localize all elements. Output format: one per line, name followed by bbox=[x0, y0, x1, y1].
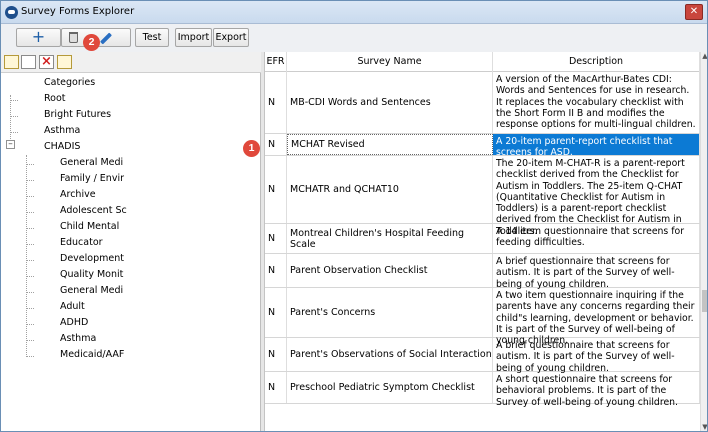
window-title: Survey Forms Explorer bbox=[21, 6, 135, 17]
survey-name-cell: Parent's Observations of Social Interact… bbox=[287, 338, 493, 371]
tree-guide-line bbox=[26, 228, 34, 229]
efr-cell: N bbox=[265, 338, 287, 371]
tree-item[interactable]: General Medi bbox=[60, 285, 123, 296]
tree-item[interactable]: General Medi bbox=[60, 157, 123, 168]
tree-guide-line bbox=[26, 180, 34, 181]
description-cell: A brief questionnaire that screens for a… bbox=[493, 254, 700, 290]
survey-name-cell: Preschool Pediatric Symptom Checklist bbox=[287, 372, 493, 403]
export-button[interactable]: Export bbox=[213, 28, 249, 47]
close-button[interactable]: ✕ bbox=[685, 4, 703, 20]
table-row[interactable]: N MCHATR and QCHAT10 The 20-item M-CHAT-R … bbox=[265, 156, 700, 237]
tree-item[interactable]: Quality Monit bbox=[60, 269, 123, 280]
scroll-down-icon[interactable]: ▼ bbox=[701, 423, 707, 431]
efr-cell: N bbox=[265, 72, 287, 133]
survey-name-cell: Montreal Children's Hospital Feeding Sca… bbox=[287, 224, 493, 253]
tree-header: Categories bbox=[44, 77, 96, 88]
description-cell: A two item questionnaire inquiring if th… bbox=[493, 288, 700, 346]
tree-item[interactable]: Child Mental bbox=[60, 221, 119, 232]
tree-item[interactable]: Educator bbox=[60, 237, 103, 248]
tree-guide-line bbox=[26, 276, 34, 277]
tree-guide-line bbox=[26, 324, 34, 325]
efr-cell: N bbox=[265, 134, 287, 155]
tree-guide-line bbox=[26, 292, 34, 293]
scroll-thumb[interactable] bbox=[702, 290, 707, 312]
description-cell: A 20-item parent-report checklist that s… bbox=[493, 134, 700, 158]
efr-cell: N bbox=[265, 372, 287, 403]
tree-item[interactable]: Adult bbox=[60, 301, 85, 312]
pencil-icon[interactable] bbox=[99, 32, 113, 45]
tree-item[interactable]: CHADIS bbox=[44, 141, 80, 152]
tree-item[interactable]: ADHD bbox=[60, 317, 88, 328]
efr-cell: N bbox=[265, 254, 287, 287]
vertical-scrollbar[interactable]: ▲ ▼ bbox=[700, 52, 707, 431]
category-pane: × Categories Root Bright Futures Asthma CHA… bbox=[1, 52, 261, 431]
category-tree: Categories Root Bright Futures Asthma CHADI… bbox=[1, 73, 261, 431]
description-cell: A 14 item questionnaire that screens for… bbox=[493, 224, 700, 253]
tree-guide-line bbox=[26, 260, 34, 261]
tree-item[interactable]: Family / Envir bbox=[60, 173, 124, 184]
tree-guide-line bbox=[26, 164, 34, 165]
table-row[interactable]: N MB-CDI Words and Sentences A version of … bbox=[265, 72, 700, 134]
column-header-survey-name[interactable]: Survey Name bbox=[287, 52, 493, 72]
table-row[interactable]: N Montreal Children's Hospital Feeding Sc… bbox=[265, 224, 700, 254]
app-icon bbox=[5, 6, 18, 19]
callout-badge-1: 1 bbox=[243, 140, 260, 157]
toolbar: + Test Import Export bbox=[1, 24, 707, 52]
tree-guide-line bbox=[10, 132, 18, 133]
tree-item[interactable]: Adolescent Sc bbox=[60, 205, 127, 216]
title-bar[interactable]: Survey Forms Explorer ✕ bbox=[1, 1, 707, 24]
survey-name-cell: Parent Observation Checklist bbox=[287, 254, 493, 287]
description-cell: A brief questionnaire that screens for a… bbox=[493, 338, 700, 374]
efr-cell: N bbox=[265, 288, 287, 337]
delete-icon[interactable]: × bbox=[39, 55, 54, 69]
test-button[interactable]: Test bbox=[135, 28, 169, 47]
table-row[interactable]: N Preschool Pediatric Symptom Checklist A … bbox=[265, 372, 700, 408]
tree-guide-line bbox=[26, 356, 34, 357]
table-row[interactable]: N Parent's Concerns A two item questionnai… bbox=[265, 288, 700, 346]
add-button[interactable]: + bbox=[16, 28, 61, 47]
grid-header: EFR Survey Name Description bbox=[265, 52, 707, 72]
tree-guide-line bbox=[26, 340, 34, 341]
callout-badge-2: 2 bbox=[83, 34, 100, 51]
tree-item[interactable]: Archive bbox=[60, 189, 96, 200]
move-folder-icon[interactable] bbox=[57, 55, 72, 69]
table-row[interactable]: N Parent Observation Checklist A brief que… bbox=[265, 254, 700, 290]
tree-item[interactable]: Asthma bbox=[60, 333, 96, 344]
table-row[interactable]: N MCHAT Revised A 20-item parent-report ch… bbox=[265, 134, 700, 158]
tree-item[interactable]: Root bbox=[44, 93, 66, 104]
tree-guide-line bbox=[26, 308, 34, 309]
tree-guide-line bbox=[26, 212, 34, 213]
trash-icon[interactable] bbox=[69, 32, 78, 43]
description-cell: A version of the MacArthur-Bates CDI: Wo… bbox=[493, 72, 700, 133]
table-row[interactable]: N Parent's Observations of Social Interac… bbox=[265, 338, 700, 374]
description-cell: A short questionnaire that screens for b… bbox=[493, 372, 700, 408]
survey-forms-explorer-window: Survey Forms Explorer ✕ + Test Import Ex… bbox=[0, 0, 708, 432]
tree-guide-line bbox=[26, 196, 34, 197]
tree-guide-line bbox=[26, 155, 27, 357]
survey-grid: EFR Survey Name Description N MB-CDI Word… bbox=[264, 52, 707, 431]
properties-icon[interactable] bbox=[21, 55, 36, 69]
column-header-description[interactable]: Description bbox=[493, 52, 700, 72]
tree-guide-line bbox=[26, 244, 34, 245]
survey-name-cell: MCHAT Revised bbox=[287, 134, 493, 155]
scroll-up-icon[interactable]: ▲ bbox=[701, 52, 707, 62]
description-cell: The 20-item M-CHAT-R is a parent-report … bbox=[493, 156, 700, 237]
survey-name-cell: MB-CDI Words and Sentences bbox=[287, 72, 493, 133]
tree-guide-line bbox=[10, 100, 18, 101]
survey-name-cell: Parent's Concerns bbox=[287, 288, 493, 337]
tree-item[interactable]: Medicaid/AAF bbox=[60, 349, 124, 360]
tree-item[interactable]: Asthma bbox=[44, 125, 80, 136]
tree-item[interactable]: Development bbox=[60, 253, 124, 264]
efr-cell: N bbox=[265, 224, 287, 253]
efr-cell: N bbox=[265, 156, 287, 223]
tree-item[interactable]: Bright Futures bbox=[44, 109, 111, 120]
survey-name-cell: MCHATR and QCHAT10 bbox=[287, 156, 493, 223]
new-folder-icon[interactable] bbox=[4, 55, 19, 69]
column-header-efr[interactable]: EFR bbox=[265, 52, 287, 72]
import-button[interactable]: Import bbox=[175, 28, 212, 47]
tree-guide-line bbox=[10, 116, 18, 117]
collapse-toggle-icon[interactable]: – bbox=[6, 140, 15, 149]
category-toolbar: × bbox=[1, 52, 261, 73]
